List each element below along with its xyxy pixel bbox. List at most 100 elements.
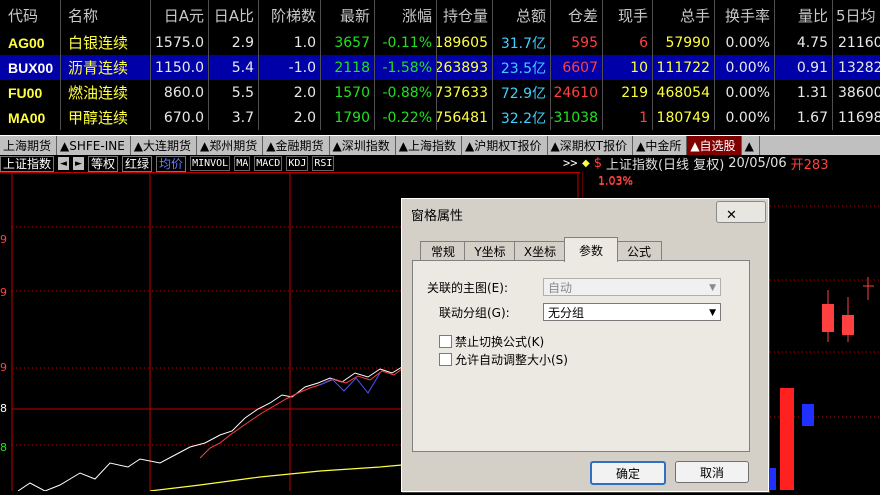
indicator-ma[interactable]: MA: [234, 156, 251, 171]
cell-avg5: 386001: [838, 84, 880, 101]
market-tab-strip: 上海期货 ▲SHFE-INE ▲大连期货 ▲郑州期货 ▲金融期货 ▲深圳指数 ▲…: [0, 135, 880, 155]
next-arrow-icon[interactable]: ►: [73, 157, 85, 170]
tab-shanghai-futures[interactable]: 上海期货: [0, 136, 58, 155]
cell-amount: 23.5亿: [500, 60, 546, 77]
cell-oi-diff: 6607: [562, 59, 598, 76]
auto-resize-checkbox[interactable]: [439, 353, 452, 366]
col-header-open-interest[interactable]: 持仓量: [436, 0, 492, 30]
daily-chart-title: 上证指数(日线 复权): [605, 158, 725, 173]
col-header-avg5[interactable]: 5日均: [832, 0, 880, 30]
cell-last: 3657: [334, 34, 370, 51]
col-header-last[interactable]: 最新: [320, 0, 374, 30]
indicator-macd[interactable]: MACD: [254, 156, 283, 171]
cell-a-yuan: 1150.0: [155, 59, 204, 76]
tab-shenzhen-index[interactable]: ▲深圳指数: [330, 136, 396, 155]
cell-turnover: 0.00%: [725, 59, 770, 76]
indicator-kdj[interactable]: KDJ: [286, 156, 309, 171]
daily-chart-header: ◆ $ 上证指数(日线 复权) 20/05/06 开283: [582, 155, 880, 173]
tab-zhengzhou-futures[interactable]: ▲郑州期货: [197, 136, 264, 155]
link-group-value: 无分组: [548, 305, 585, 320]
tab-parameters[interactable]: 参数: [564, 237, 618, 262]
cell-change: -0.22%: [382, 109, 432, 126]
price-axis-label: 8: [0, 402, 7, 415]
main-chart-label: 关联的主图(E):: [427, 281, 508, 295]
table-row-selected[interactable]: BUX00 沥青连续 1150.0 5.4 -1.0 2118 -1.58% 2…: [0, 55, 880, 80]
col-header-name[interactable]: 名称: [60, 0, 150, 30]
cell-a-yuan: 1575.0: [155, 34, 204, 51]
col-header-code[interactable]: 代码: [0, 0, 60, 30]
column-divider: [550, 0, 551, 130]
col-header-turnover[interactable]: 换手率: [714, 0, 774, 30]
column-divider: [320, 0, 321, 130]
cell-volume-ratio: 0.91: [796, 59, 828, 76]
link-group-select[interactable]: 无分组 ▼: [543, 303, 721, 321]
price-axis-label: 9: [0, 286, 7, 299]
close-button[interactable]: ✕: [716, 201, 766, 223]
table-row[interactable]: FU00 燃油连续 860.0 5.5 2.0 1570 -0.88% 7376…: [0, 80, 880, 105]
indicator-rsi[interactable]: RSI: [312, 156, 335, 171]
col-header-volume-ratio[interactable]: 量比: [774, 0, 832, 30]
cell-name: 燃油连续: [68, 84, 129, 102]
cell-last: 2118: [334, 59, 370, 76]
pane-properties-dialog: 窗格属性 ✕ 常规 Y坐标 X坐标 参数 公式 关联的主图(E): 自动 ▼ 联…: [401, 198, 769, 492]
chart-title[interactable]: 上证指数: [0, 155, 55, 172]
indicator-minvol[interactable]: MINVOL: [190, 156, 231, 171]
link-group-label: 联动分组(G):: [439, 306, 510, 320]
parameters-panel: 关联的主图(E): 自动 ▼ 联动分组(G): 无分组 ▼ 禁止切换公式(K) …: [412, 260, 750, 452]
col-header-amount[interactable]: 总额: [492, 0, 550, 30]
tab-more[interactable]: ▲: [742, 136, 760, 155]
equal-weight-button[interactable]: 等权: [88, 155, 119, 172]
ok-button[interactable]: 确定: [590, 461, 666, 485]
column-divider: [714, 0, 715, 130]
cell-hand: 10: [630, 59, 648, 76]
col-header-oi-diff[interactable]: 仓差: [550, 0, 602, 30]
col-header-change[interactable]: 涨幅: [374, 0, 436, 30]
disable-formula-switch-checkbox[interactable]: [439, 335, 452, 348]
marker-icon: ◆: [582, 158, 590, 169]
tab-cffex[interactable]: ▲中金所: [633, 136, 688, 155]
tab-dalian-futures[interactable]: ▲大连期货: [131, 136, 198, 155]
table-row[interactable]: AG00 白银连续 1575.0 2.9 1.0 3657 -0.11% 189…: [0, 30, 880, 55]
cell-open-interest: 756481: [436, 109, 488, 126]
col-header-steps[interactable]: 阶梯数: [258, 0, 320, 30]
col-header-a-yuan[interactable]: 日A元: [150, 0, 208, 30]
cell-steps: 1.0: [293, 34, 316, 51]
cancel-button[interactable]: 取消: [675, 461, 749, 483]
col-header-a-ratio[interactable]: 日A比: [208, 0, 258, 30]
cell-amount: 32.2亿: [500, 110, 546, 127]
tab-sz-option-quotes[interactable]: ▲深期权T报价: [548, 136, 634, 155]
tab-general[interactable]: 常规: [420, 241, 466, 261]
cell-code: BUX00: [8, 59, 54, 76]
table-row[interactable]: MA00 甲醇连续 670.0 3.7 2.0 1790 -0.22% 7564…: [0, 105, 880, 130]
tab-shanghai-index[interactable]: ▲上海指数: [396, 136, 462, 155]
cell-change: -0.11%: [382, 34, 432, 51]
cell-oi-diff: 595: [571, 34, 598, 51]
tab-formula[interactable]: 公式: [616, 241, 662, 261]
cell-oi-diff: -31038: [550, 109, 598, 126]
cell-last: 1790: [334, 109, 370, 126]
dialog-titlebar[interactable]: 窗格属性 ✕: [402, 199, 768, 225]
chart-toolbar: 上证指数 ◄ ► 等权 红绿 均价 MINVOL MA MACD KDJ RSI: [0, 155, 580, 172]
tab-financial-futures[interactable]: ▲金融期货: [263, 136, 330, 155]
cell-open-interest: 737633: [436, 84, 488, 101]
cell-volume: 111722: [656, 59, 710, 76]
col-header-volume[interactable]: 总手: [652, 0, 714, 30]
column-divider: [374, 0, 375, 130]
tab-watchlist[interactable]: ▲自选股: [687, 136, 742, 155]
col-header-hand[interactable]: 现手: [602, 0, 652, 30]
red-green-button[interactable]: 红绿: [122, 155, 153, 172]
tab-x-axis[interactable]: X坐标: [514, 241, 566, 261]
expand-arrows-icon[interactable]: >>: [563, 156, 577, 170]
cell-volume: 468054: [656, 84, 710, 101]
cell-steps: -1.0: [288, 59, 316, 76]
avg-price-button[interactable]: 均价: [156, 155, 187, 172]
tab-y-axis[interactable]: Y坐标: [464, 241, 516, 261]
tab-shfe-ine[interactable]: ▲SHFE-INE: [57, 136, 131, 155]
tab-sh-option-quotes[interactable]: ▲沪期权T报价: [462, 136, 548, 155]
cell-code: AG00: [8, 34, 45, 51]
cell-volume: 57990: [665, 34, 710, 51]
prev-arrow-icon[interactable]: ◄: [58, 157, 70, 170]
cell-avg5: 116984: [838, 109, 880, 126]
cell-turnover: 0.00%: [725, 84, 770, 101]
cell-name: 白银连续: [68, 34, 129, 52]
